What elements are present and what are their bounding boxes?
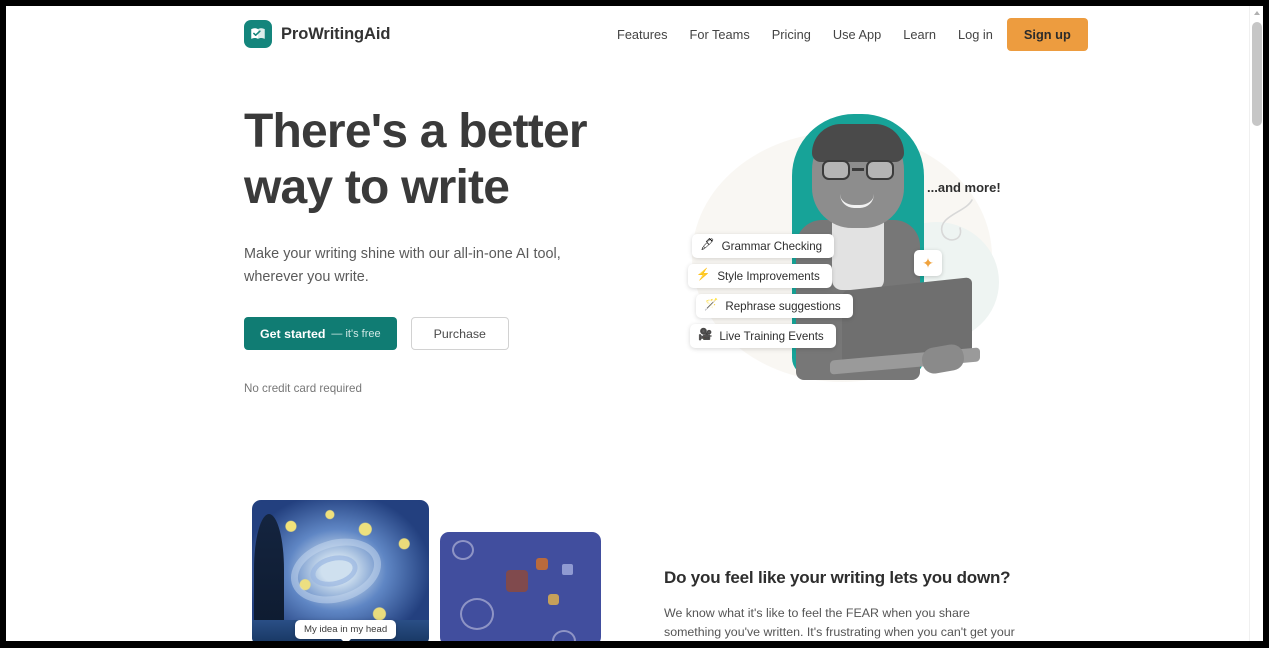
feature-chip-live-training-events[interactable]: 🎥 Live Training Events <box>690 324 836 348</box>
nav-for-teams[interactable]: For Teams <box>679 27 761 42</box>
feature-chip-style-improvements[interactable]: ⚡ Style Improvements <box>688 264 832 288</box>
feature-chip-label: Live Training Events <box>719 329 824 343</box>
sparkle-icon: ✦ <box>914 250 942 276</box>
scroll-up-arrow-icon[interactable] <box>1250 6 1263 20</box>
nav-use-app[interactable]: Use App <box>822 27 892 42</box>
browser-viewport: ProWritingAid Features For Teams Pricing… <box>0 0 1269 648</box>
site-header: ProWritingAid Features For Teams Pricing… <box>6 6 1249 62</box>
feature-chip-grammar-checking[interactable]: 🖋 Grammar Checking <box>692 234 835 258</box>
nav-pricing[interactable]: Pricing <box>761 27 822 42</box>
book-check-logo-icon <box>244 20 272 48</box>
purchase-button[interactable]: Purchase <box>410 317 509 350</box>
window-chrome-bottom <box>0 641 1269 648</box>
feature-chip-label: Rephrase suggestions <box>725 299 841 313</box>
movie-camera-icon: 🎥 <box>698 329 713 342</box>
main-navigation: Features For Teams Pricing Use App Learn… <box>606 17 1088 51</box>
section-two-text: Do you feel like your writing lets you d… <box>664 568 1019 641</box>
hero-subtitle: Make your writing shine with our all-in-… <box>244 246 561 285</box>
signup-button[interactable]: Sign up <box>1006 17 1088 51</box>
feature-chip-label: Style Improvements <box>717 269 820 283</box>
pen-icon: 🖋 <box>700 239 715 252</box>
magic-wand-icon: 🪄 <box>704 299 719 312</box>
nav-learn[interactable]: Learn <box>892 27 947 42</box>
nav-features[interactable]: Features <box>606 27 679 42</box>
section-two-heading: Do you feel like your writing lets you d… <box>664 568 1011 587</box>
person-hair <box>812 124 904 162</box>
nav-login[interactable]: Log in <box>947 27 1007 42</box>
and-more-pointer-line <box>941 199 973 241</box>
feature-chip-label: Grammar Checking <box>721 239 823 253</box>
scrollbar-thumb[interactable] <box>1252 22 1262 126</box>
glasses-icon <box>820 160 896 180</box>
and-more-label: ...and more! <box>927 180 1001 195</box>
brand-logo[interactable]: ProWritingAid <box>244 20 390 48</box>
hero-title: There's a better way to write <box>244 104 624 216</box>
lightning-bolt-icon: ⚡ <box>696 269 711 282</box>
hero-illustration: ✦ ...and more! 🖋 Grammar Checking ⚡ Styl… <box>674 102 1019 392</box>
get-started-button[interactable]: Get started — it's free <box>244 317 397 350</box>
plain-writing-card <box>440 532 601 641</box>
section-two-paragraph: We know what it's like to feel the FEAR … <box>664 606 1015 639</box>
get-started-sublabel: — it's free <box>331 327 381 340</box>
get-started-label: Get started <box>260 326 326 341</box>
hero-cta-group: Get started — it's free Purchase <box>244 317 624 350</box>
page-content: ProWritingAid Features For Teams Pricing… <box>6 6 1263 641</box>
vertical-scrollbar[interactable] <box>1249 6 1263 641</box>
brand-name: ProWritingAid <box>281 24 391 43</box>
hero-title-line-1: There's a better <box>244 105 588 158</box>
hero-text-block: There's a better way to write Make your … <box>244 104 624 395</box>
hero-title-line-2: way to write <box>244 161 510 214</box>
feature-chip-list: 🖋 Grammar Checking ⚡ Style Improvements … <box>688 234 858 354</box>
no-credit-card-note: No credit card required <box>244 382 362 395</box>
feature-chip-rephrase-suggestions[interactable]: 🪄 Rephrase suggestions <box>696 294 853 318</box>
idea-caption-bubble: My idea in my head <box>295 620 397 641</box>
